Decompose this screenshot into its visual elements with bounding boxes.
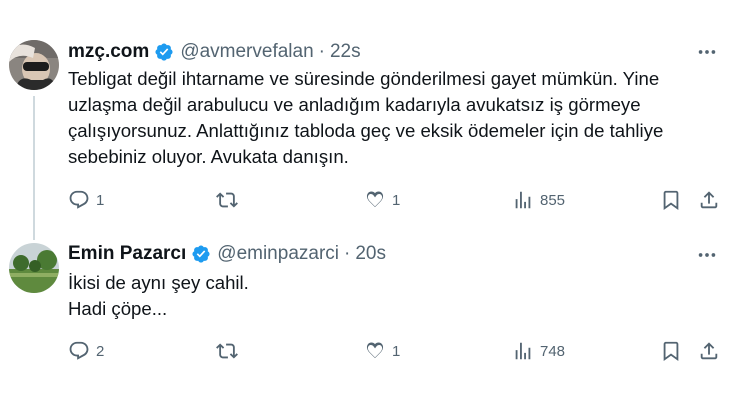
avatar[interactable]: [9, 243, 59, 293]
views-button[interactable]: 748: [512, 337, 565, 365]
like-count: 1: [392, 342, 401, 360]
tweet-text-line: Hadi çöpe...: [68, 298, 168, 319]
bookmark-button[interactable]: [660, 186, 682, 214]
bookmark-icon: [663, 190, 679, 211]
reply-count: 2: [96, 342, 105, 360]
views-icon: [515, 191, 531, 209]
avatar[interactable]: [9, 40, 59, 90]
tweet-text-line: çalışıyorsunuz. Anlattığınız tabloda geç…: [68, 120, 664, 141]
separator: ·: [318, 41, 325, 62]
bookmark-icon: [663, 341, 679, 362]
timestamp[interactable]: 20s: [355, 243, 386, 265]
retweet-button[interactable]: [216, 337, 244, 365]
action-bar: 2 1 748: [68, 337, 722, 365]
separator: ·: [344, 243, 351, 264]
tweet-text: Tebligat değil ihtarname ve süresinde gö…: [68, 66, 708, 170]
tweet-text: İkisi de aynı şey cahil. Hadi çöpe...: [68, 270, 708, 322]
retweet-button[interactable]: [216, 186, 244, 214]
like-icon: [366, 342, 384, 359]
view-count: 855: [540, 191, 566, 209]
bookmark-button[interactable]: [660, 337, 682, 365]
share-button[interactable]: [698, 337, 720, 365]
timestamp[interactable]: 22s: [330, 41, 361, 63]
author-name[interactable]: mzç.com: [68, 41, 149, 63]
view-count: 748: [540, 342, 566, 360]
share-button[interactable]: [698, 186, 720, 214]
reply-button[interactable]: 2: [68, 337, 104, 365]
retweet-icon: [216, 343, 238, 359]
more-icon[interactable]: [696, 244, 718, 266]
like-count: 1: [392, 191, 401, 209]
like-icon: [366, 191, 384, 208]
more-icon[interactable]: [696, 41, 718, 63]
author-name[interactable]: Emin Pazarcı: [68, 243, 186, 265]
tweet-text-line: İkisi de aynı şey cahil.: [68, 272, 249, 293]
tweet-text-line: sebebiniz oluyor. Avukata danışın.: [68, 146, 349, 167]
verified-badge-icon: [154, 42, 174, 62]
views-icon: [515, 342, 531, 360]
like-button[interactable]: 1: [364, 337, 400, 365]
reply-button[interactable]: 1: [68, 186, 104, 214]
thread-line: [33, 96, 35, 240]
views-button[interactable]: 855: [512, 186, 565, 214]
verified-badge-icon: [191, 244, 211, 264]
retweet-icon: [216, 192, 238, 208]
tweet-header: mzç.com @avmervefalan · 22s: [68, 40, 361, 64]
share-icon: [700, 342, 718, 360]
reply-count: 1: [96, 191, 105, 209]
reply-icon: [69, 190, 89, 209]
tweet-text-line: uzlaşma değil arabulucu ve anladığım kad…: [68, 94, 641, 115]
reply-icon: [69, 341, 89, 360]
tweet-text-line: Tebligat değil ihtarname ve süresinde gö…: [68, 68, 660, 89]
like-button[interactable]: 1: [364, 186, 400, 214]
share-icon: [700, 191, 718, 209]
author-handle[interactable]: @eminpazarci: [217, 243, 339, 265]
action-bar: 1 1 855: [68, 186, 722, 214]
author-handle[interactable]: @avmervefalan: [180, 41, 313, 63]
tweet-header: Emin Pazarcı @eminpazarci · 20s: [68, 242, 386, 266]
